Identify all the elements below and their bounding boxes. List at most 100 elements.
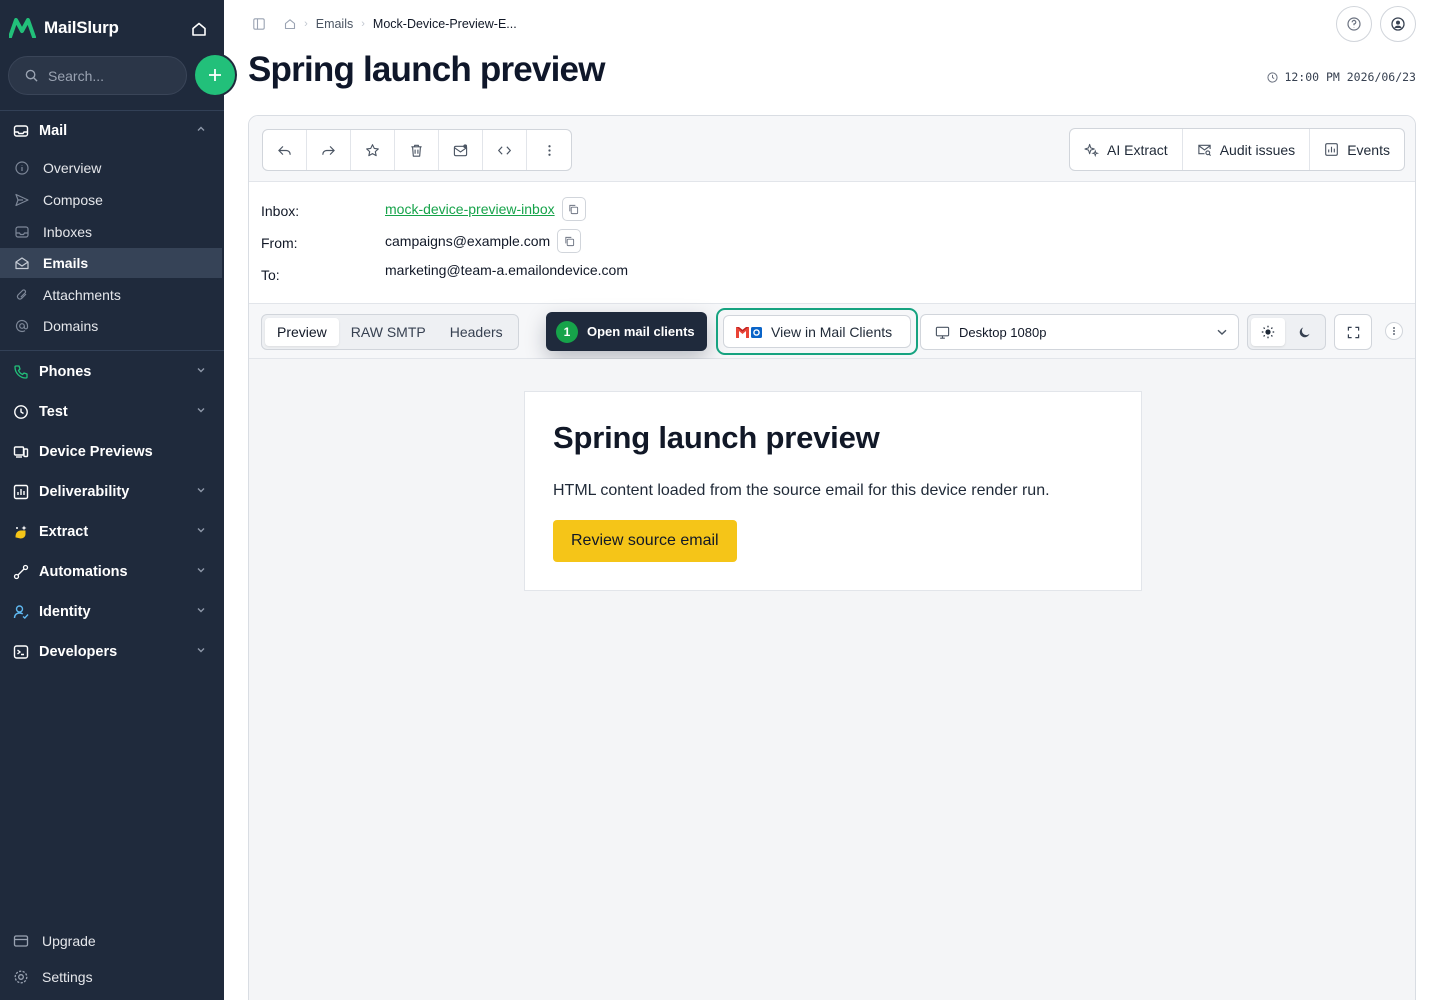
sidebar-item-emails[interactable]: Emails — [0, 248, 222, 278]
send-icon — [15, 193, 31, 207]
ai-extract-button[interactable]: AI Extract — [1070, 129, 1183, 170]
workflow-icon — [13, 564, 29, 580]
sidebar-group-label: Test — [39, 404, 68, 420]
sidebar-group-label: Mail — [39, 123, 68, 139]
clock-icon — [1267, 71, 1279, 83]
view-in-mail-clients-button[interactable]: View in Mail Clients — [723, 315, 911, 348]
inbox-link[interactable]: mock-device-preview-inbox — [385, 201, 555, 217]
more-vertical-icon — [542, 143, 557, 158]
brand-logo[interactable]: MailSlurp — [9, 16, 119, 40]
copy-inbox-button[interactable] — [561, 197, 586, 221]
more-actions-button[interactable] — [527, 130, 571, 170]
forward-button[interactable] — [307, 130, 351, 170]
sidebar-item-label: Upgrade — [42, 933, 96, 949]
sidebar-group-label: Identity — [39, 604, 91, 620]
envelope-open-icon — [15, 256, 31, 270]
device-select[interactable]: Desktop 1080p — [920, 314, 1239, 350]
meta-label: From: — [261, 235, 298, 251]
meta-value: marketing@team-a.emailondevice.com — [385, 262, 628, 278]
tab-headers[interactable]: Headers — [438, 318, 515, 346]
rendered-email-title: Spring launch preview — [553, 420, 880, 455]
sidebar-item-overview[interactable]: Overview — [0, 153, 222, 183]
view-source-button[interactable] — [483, 130, 527, 170]
sidebar-group-developers[interactable]: Developers — [0, 632, 224, 672]
sidebar-group-identity[interactable]: Identity — [0, 592, 224, 632]
reply-button[interactable] — [263, 130, 307, 170]
account-button[interactable] — [1380, 6, 1416, 42]
sidebar-item-upgrade[interactable]: Upgrade — [0, 926, 224, 956]
view-in-mail-clients-label: View in Mail Clients — [771, 323, 893, 340]
star-icon — [365, 143, 380, 158]
sidebar-group-extract[interactable]: Extract — [0, 512, 224, 552]
user-circle-icon — [1391, 17, 1405, 31]
sidebar-item-label: Attachments — [43, 287, 121, 303]
audit-issues-button[interactable]: Audit issues — [1183, 129, 1311, 170]
to-address: marketing@team-a.emailondevice.com — [385, 262, 628, 278]
sidebar-group-label: Phones — [39, 364, 92, 380]
at-sign-icon — [15, 319, 31, 333]
home-icon[interactable] — [284, 18, 296, 30]
light-mode-button[interactable] — [1251, 318, 1285, 346]
chevron-down-icon — [1216, 326, 1228, 338]
help-icon — [1347, 17, 1361, 31]
events-button[interactable]: Events — [1310, 129, 1404, 170]
audit-issues-label: Audit issues — [1219, 141, 1296, 158]
sidebar-item-attachments[interactable]: Attachments — [0, 280, 222, 310]
sidebar-item-domains[interactable]: Domains — [0, 311, 222, 341]
sidebar-item-compose[interactable]: Compose — [0, 185, 222, 215]
sidebar-toggle-icon[interactable] — [253, 18, 265, 30]
breadcrumb-emails[interactable]: Emails — [316, 17, 354, 31]
devices-icon — [13, 444, 29, 460]
star-button[interactable] — [351, 130, 395, 170]
search-icon — [25, 69, 38, 82]
mark-unread-button[interactable] — [439, 130, 483, 170]
sidebar-group-label: Deliverability — [39, 484, 130, 500]
rendered-email-body: HTML content loaded from the source emai… — [553, 482, 1050, 499]
review-source-email-button[interactable]: Review source email — [553, 520, 737, 562]
sidebar-item-label: Compose — [43, 192, 103, 208]
help-button[interactable] — [1336, 6, 1372, 42]
clock-icon — [13, 404, 29, 420]
chart-icon — [1324, 142, 1339, 157]
sidebar-item-settings[interactable]: Settings — [0, 962, 224, 992]
delete-button[interactable] — [395, 130, 439, 170]
tour-step-open-mail-clients[interactable]: 1 Open mail clients — [546, 312, 707, 351]
moon-icon — [1298, 325, 1312, 339]
insights-actions: AI Extract Audit issues Events — [1069, 128, 1405, 171]
search-input[interactable] — [48, 67, 168, 84]
fullscreen-button[interactable] — [1334, 314, 1372, 350]
sidebar-group-mail[interactable]: Mail — [0, 111, 224, 151]
sidebar-group-deliverability[interactable]: Deliverability — [0, 472, 224, 512]
breadcrumb: › Emails › Mock-Device-Preview-E... — [253, 14, 517, 34]
sidebar-group-device-previews[interactable]: Device Previews — [0, 432, 224, 472]
sidebar-group-label: Developers — [39, 644, 118, 660]
tab-raw-smtp[interactable]: RAW SMTP — [339, 318, 438, 346]
sidebar-group-phones[interactable]: Phones — [0, 352, 224, 392]
breadcrumb-separator: › — [361, 18, 365, 30]
sidebar-item-label: Emails — [43, 255, 89, 271]
info-icon — [15, 161, 31, 175]
page-title: Spring launch preview — [248, 50, 605, 89]
copy-icon — [568, 204, 579, 215]
mail-badge-icon — [453, 143, 468, 158]
tab-preview[interactable]: Preview — [265, 318, 339, 346]
sidebar-item-label: Inboxes — [43, 224, 93, 240]
sidebar-group-automations[interactable]: Automations — [0, 552, 224, 592]
inbox-icon — [15, 225, 31, 239]
meta-label: Inbox: — [261, 203, 300, 219]
dark-mode-button[interactable] — [1289, 318, 1323, 346]
add-button[interactable] — [195, 55, 235, 95]
email-preview-area: Spring launch preview HTML content loade… — [249, 359, 1415, 1000]
copy-from-button[interactable] — [557, 229, 582, 253]
sidebar-group-label: Device Previews — [39, 444, 153, 460]
preview-more-button[interactable] — [1385, 322, 1403, 340]
breadcrumb-current: Mock-Device-Preview-E... — [372, 17, 517, 31]
email-timestamp: 12:00 PM 2026/06/23 — [1267, 70, 1416, 84]
sidebar-item-inboxes[interactable]: Inboxes — [0, 217, 222, 247]
phone-icon — [13, 364, 29, 380]
sidebar-group-test[interactable]: Test — [0, 392, 224, 432]
gear-icon — [13, 969, 29, 985]
chevron-down-icon — [196, 485, 206, 495]
home-icon[interactable] — [186, 16, 212, 42]
sidebar-item-label: Settings — [42, 969, 93, 985]
